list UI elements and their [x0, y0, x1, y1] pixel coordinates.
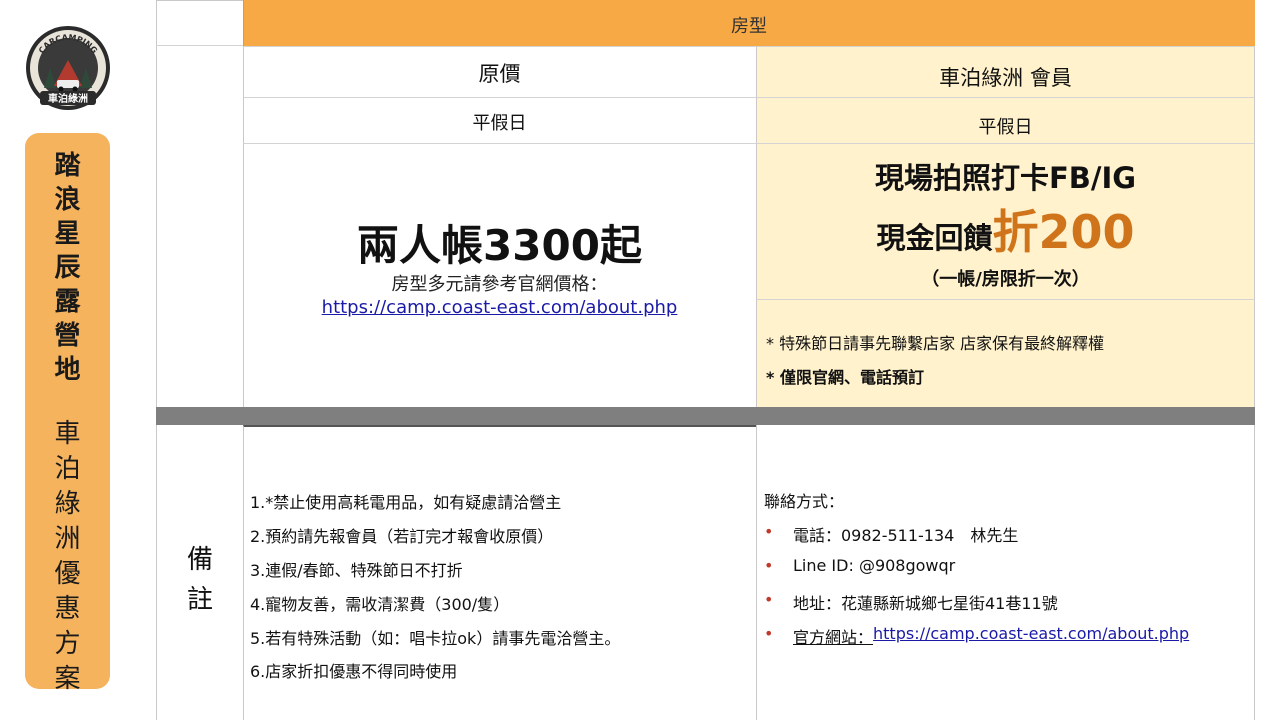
promo-cashback-prefix: 現金回饋 [876, 221, 993, 255]
member-price-title: 車泊綠洲 會員 [939, 66, 1072, 90]
rule-item: 4.寵物友善，需收清潔費（300/隻） [250, 595, 510, 614]
holiday-note: * 特殊節日請事先聯繫店家 店家保有最終解釋權 [766, 334, 1105, 353]
rule-item: 5.若有特殊活動（如：唱卡拉ok）請事先電洽營主。 [250, 629, 621, 648]
booking-channel-note: * 僅限官網、電話預訂 [766, 368, 924, 387]
contact-title: 聯絡方式： [764, 492, 845, 511]
table-top-border [156, 0, 244, 1]
carcamping-logo-icon: CARCAMPING 車泊綠洲 [26, 26, 110, 110]
promo-checkin-text: 現場拍照打卡FB/IG [874, 161, 1137, 195]
remarks-label: 備 註 [186, 545, 213, 615]
contact-website-label: 官方網站： [793, 628, 874, 647]
bullet-icon: • [764, 522, 774, 541]
contact-address-item: • 地址：花蓮縣新城鄉七星街41巷11號 [764, 590, 1058, 614]
bullet-icon: • [764, 590, 774, 609]
section-divider [156, 407, 1255, 425]
side-title-panel: 踏 浪 星 辰 露 營 地 車 泊 綠 洲 優 惠 方 案 [25, 133, 110, 694]
original-price-title: 原價 [478, 62, 521, 86]
rule-item: 3.連假/春節、特殊節日不打折 [250, 561, 463, 580]
bullet-icon: • [764, 624, 774, 643]
room-type-header: 房型 [731, 16, 767, 37]
promo-limit-text: （一帳/房限折一次） [921, 269, 1090, 290]
offer-subtitle-vertical: 車 泊 綠 洲 優 惠 方 案 [54, 419, 81, 694]
brand-logo: CARCAMPING 車泊綠洲 [24, 24, 112, 112]
official-site-link[interactable]: https://camp.coast-east.com/about.php [243, 297, 756, 318]
bullet-icon: • [764, 556, 774, 575]
weekday-left-label: 平假日 [472, 113, 527, 134]
contact-phone: 電話：0982-511-134 林先生 [793, 526, 1019, 545]
contact-address: 地址：花蓮縣新城鄉七星街41巷11號 [793, 594, 1058, 613]
contact-website-item: • 官方網站： https://camp.coast-east.com/abou… [764, 624, 1189, 648]
two-person-tent-price: 兩人帳3300起 [357, 221, 642, 270]
promo-discount-amount: 折200 [992, 205, 1135, 259]
contact-phone-item: • 電話：0982-511-134 林先生 [764, 522, 1018, 546]
contact-line-item: • Line ID: @908gowqr [764, 556, 955, 575]
contact-line-id: Line ID: @908gowqr [793, 556, 956, 575]
weekday-right-label: 平假日 [978, 117, 1033, 138]
price-reference-note: 房型多元請參考官網價格： [391, 274, 608, 295]
rule-item: 2.預約請先報會員（若訂完才報會收原價） [250, 527, 554, 546]
promo-cashback-line: 現金回饋 折200 [756, 196, 1255, 262]
rule-item: 1.*禁止使用高耗電用品，如有疑慮請洽營主 [250, 493, 562, 512]
rule-item: 6.店家折扣優惠不得同時使用 [250, 662, 458, 681]
svg-text:車泊綠洲: 車泊綠洲 [48, 92, 88, 105]
table-row-border [156, 45, 244, 46]
contact-website-link[interactable]: https://camp.coast-east.com/about.php [873, 624, 1189, 648]
campsite-name-vertical: 踏 浪 星 辰 露 營 地 [54, 151, 81, 385]
